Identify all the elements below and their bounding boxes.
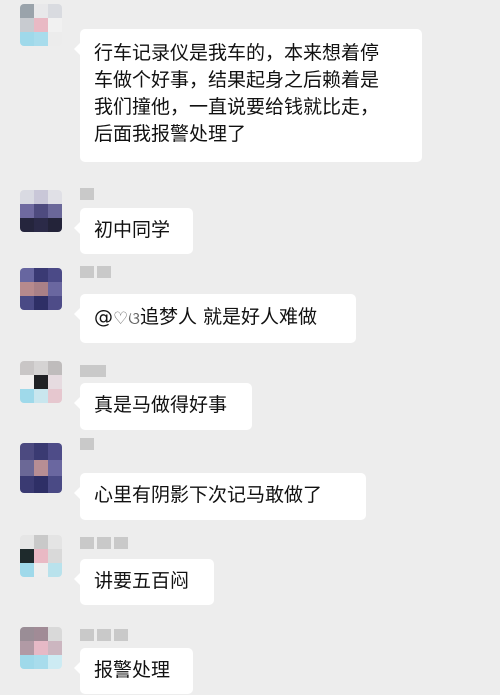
sender-name-redacted [80,188,94,200]
sender-name-redacted [80,365,106,377]
heart-doodle-icon: ♡ଓ [113,309,140,329]
message-bubble[interactable]: 心里有阴影下次记马敢做了 [74,473,366,520]
avatar[interactable] [20,443,62,493]
message-bubble[interactable]: 初中同学 [74,208,193,254]
sender-name-redacted [80,537,128,549]
sender-name-redacted [80,266,111,278]
message-bubble[interactable]: 讲要五百闷 [74,559,214,605]
message-text-line: 行车记录仪是我车的，本来想着停 [94,42,380,64]
mention-at: @ [94,306,113,328]
message-text: 真是马做得好事 [94,394,228,416]
message-bubble[interactable]: 真是马做得好事 [74,383,252,430]
message-text: 报警处理 [94,659,171,681]
mention-name[interactable]: 追梦人 [140,306,197,328]
message-text: 心里有阴影下次记马敢做了 [94,484,323,506]
message-bubble[interactable]: 报警处理 [74,648,193,694]
sender-name-redacted [80,629,128,641]
message-text-line: 我们撞他，一直说要给钱就比走， [94,96,380,118]
message-text: 就是好人难做 [203,306,318,328]
avatar[interactable] [20,268,62,310]
message-text-line: 后面我报警处理了 [94,123,247,145]
avatar[interactable] [20,4,62,46]
avatar[interactable] [20,190,62,232]
avatar[interactable] [20,535,62,577]
sender-name-redacted [80,438,94,450]
avatar[interactable] [20,627,62,669]
avatar[interactable] [20,361,62,403]
message-bubble[interactable]: 行车记录仪是我车的，本来想着停 车做个好事，结果起身之后赖着是 我们撞他，一直说… [74,29,422,162]
message-text: 讲要五百闷 [94,570,190,592]
message-bubble[interactable]: @♡ଓ追梦人 就是好人难做 [74,294,356,343]
message-text-line: 车做个好事，结果起身之后赖着是 [94,69,380,91]
message-text: 初中同学 [94,219,171,241]
